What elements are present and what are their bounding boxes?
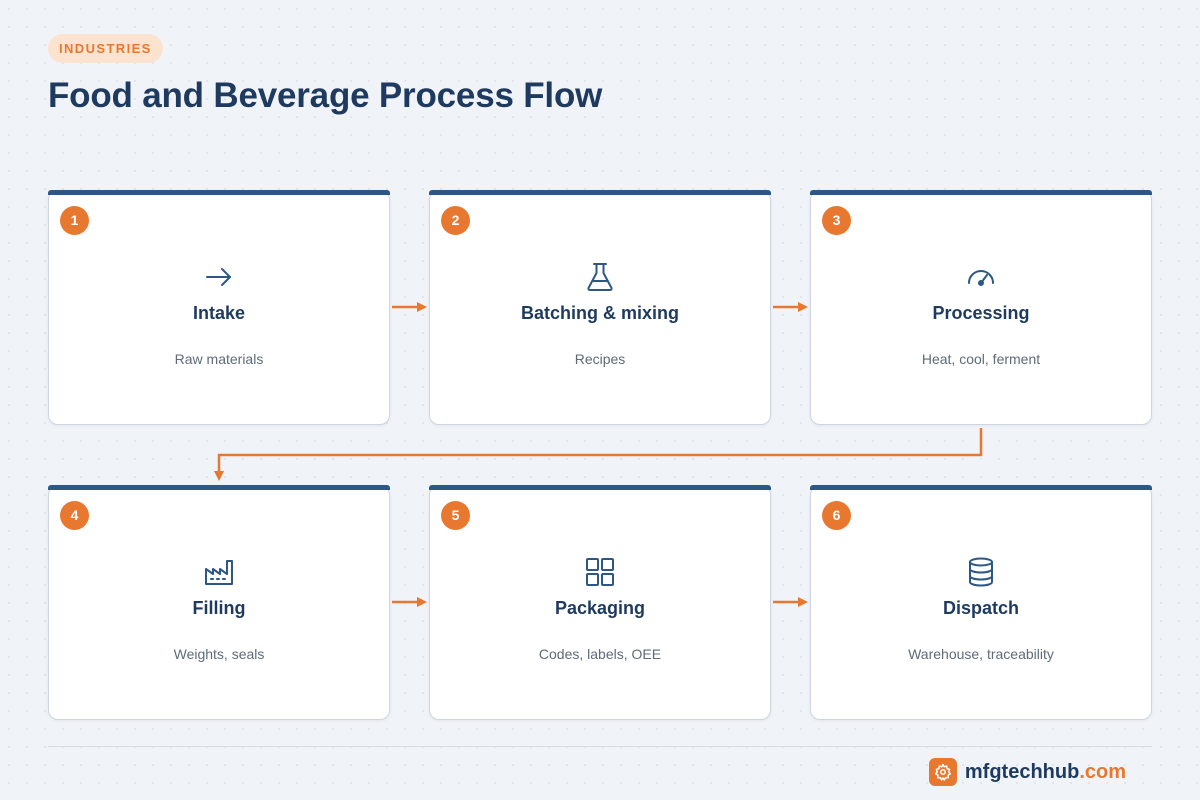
database-icon [965, 556, 997, 588]
arrowhead [417, 597, 427, 607]
step-number: 3 [822, 206, 851, 235]
step-subtitle: Weights, seals [173, 646, 265, 662]
step-subtitle: Raw materials [174, 351, 264, 367]
step-number: 2 [441, 206, 470, 235]
card-top-bar [810, 485, 1152, 490]
step-card-packaging: 5 Packaging Codes, labels, OEE [429, 485, 771, 720]
card-top-bar [429, 190, 771, 195]
step-title: Packaging [554, 598, 646, 618]
factory-icon [203, 556, 235, 588]
step-title: Processing [932, 303, 1030, 323]
gear-icon [928, 758, 957, 786]
step-title: Dispatch [942, 598, 1020, 618]
step-title: Intake [192, 303, 246, 323]
card-top-bar [48, 485, 390, 490]
step-title: Batching & mixing [520, 303, 679, 323]
step-card-dispatch: 6 Dispatch Warehouse, traceability [810, 485, 1152, 720]
step-subtitle: Warehouse, traceability [908, 646, 1054, 662]
grid-icon [584, 556, 616, 588]
step-subtitle: Heat, cool, ferment [921, 351, 1041, 367]
brand-name: mfgtechhub [964, 760, 1080, 783]
step-card-processing: 3 Processing Heat, cool, ferment [810, 190, 1152, 425]
arrowhead [798, 302, 808, 312]
card-top-bar [810, 190, 1152, 195]
page-title: Food and Beverage Process Flow [48, 76, 603, 115]
card-top-bar [429, 485, 771, 490]
step-number: 6 [822, 501, 851, 530]
flask-icon [584, 261, 616, 293]
step-number: 5 [441, 501, 470, 530]
brand-tld: .com [1079, 760, 1126, 783]
step-subtitle: Codes, labels, OEE [538, 646, 662, 662]
step-number: 4 [60, 501, 89, 530]
connector-3-4 [217, 428, 983, 472]
category-badge: INDUSTRIES [48, 34, 163, 63]
step-card-filling: 4 Filling Weights, seals [48, 485, 390, 720]
step-card-intake: 1 Intake Raw materials [48, 190, 390, 425]
arrowhead [798, 597, 808, 607]
arrow-right-icon [203, 261, 235, 293]
step-card-batching: 2 Batching & mixing Recipes [429, 190, 771, 425]
arrowhead [417, 302, 427, 312]
step-title: Filling [192, 598, 246, 618]
brand-logo-link[interactable]: mfgtechhub .com [928, 757, 1126, 787]
gauge-icon [965, 261, 997, 293]
step-subtitle: Recipes [574, 351, 626, 367]
step-number: 1 [60, 206, 89, 235]
footer-divider [48, 746, 1152, 747]
card-top-bar [48, 190, 390, 195]
arrowhead [214, 471, 224, 481]
